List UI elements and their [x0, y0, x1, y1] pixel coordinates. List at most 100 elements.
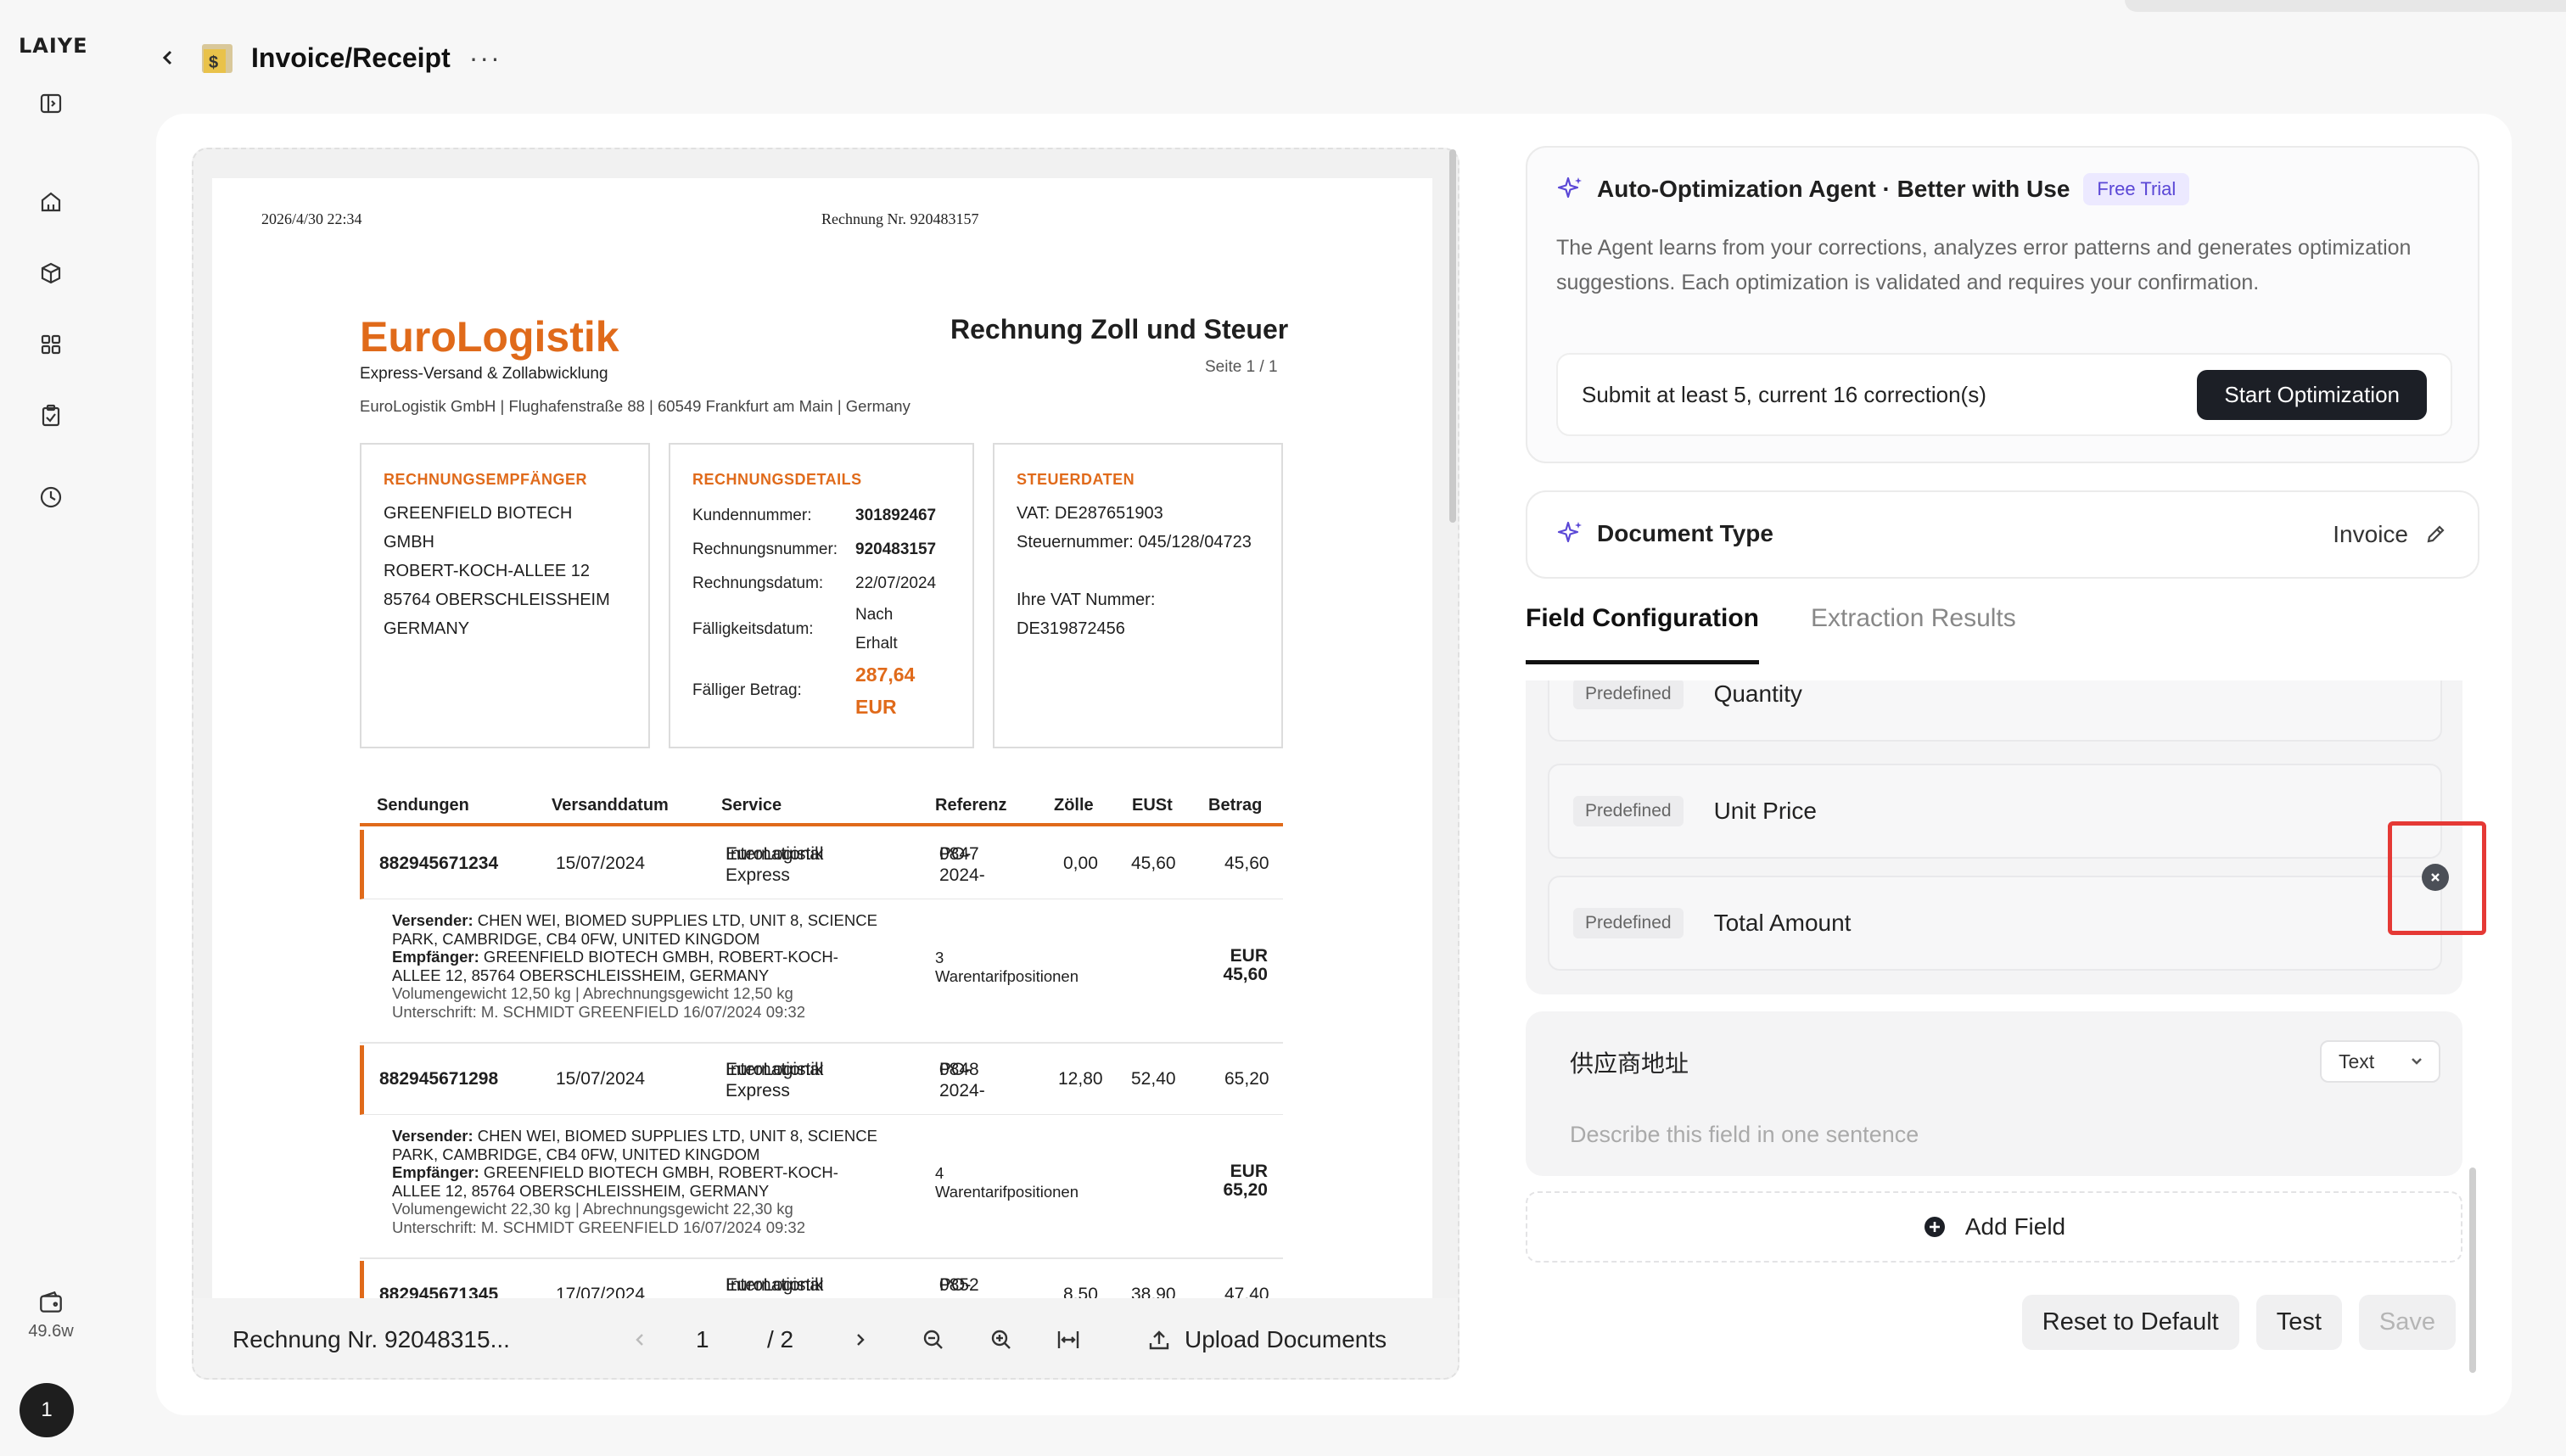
detail-text: Unterschrift: M. SCHMIDT GREENFIELD 16/0…	[392, 1218, 806, 1236]
svg-text:$: $	[209, 53, 218, 72]
add-field-label: Add Field	[1964, 1213, 2066, 1240]
tax-header: STEUERDATEN	[1017, 471, 1135, 488]
tab-field-configuration[interactable]: Field Configuration	[1526, 604, 1759, 664]
toggle-sidebar-icon[interactable]	[34, 87, 68, 120]
panel-scrollbar[interactable]	[2469, 1168, 2476, 1373]
amount-due-currency: EUR	[855, 696, 897, 718]
upload-label: Upload Documents	[1185, 1326, 1387, 1352]
more-options-button[interactable]: ···	[469, 42, 501, 74]
table-header: Sendungen Versanddatum Service Referenz …	[360, 786, 1283, 826]
detail-value: 22/07/2024	[855, 574, 937, 592]
home-icon[interactable]	[34, 185, 68, 219]
wallet-icon	[40, 1291, 62, 1313]
amount-value: 45,60	[1224, 854, 1269, 873]
detail-text: Volumengewicht 12,50 kg | Abrechnungsgew…	[392, 984, 793, 1002]
start-optimization-button[interactable]: Start Optimization	[2197, 369, 2427, 420]
app-logo: LAIYE	[19, 34, 88, 58]
field-type-select[interactable]: Text	[2320, 1040, 2440, 1083]
add-field-button[interactable]: Add Field	[1526, 1191, 2462, 1263]
predefined-tag: Predefined	[1573, 680, 1684, 709]
vat-value: 52,40	[1131, 1069, 1176, 1089]
detail-text: Unterschrift: M. SCHMIDT GREENFIELD 16/0…	[392, 1002, 806, 1021]
zoom-in-icon[interactable]	[989, 1328, 1013, 1352]
predefined-tag: Predefined	[1573, 908, 1684, 938]
field-item[interactable]: Predefined Quantity	[1548, 680, 2442, 742]
back-button[interactable]	[153, 42, 183, 73]
column-header: EUSt	[1132, 796, 1173, 815]
predefined-fields-list: Predefined Quantity Predefined Unit Pric…	[1526, 680, 2462, 994]
detail-label: Kundennummer:	[692, 507, 812, 524]
custom-field-name[interactable]: 供应商地址	[1570, 1045, 1689, 1079]
test-button[interactable]: Test	[2255, 1295, 2342, 1350]
column-header: Referenz	[935, 796, 1007, 815]
page-title: Invoice/Receipt	[251, 42, 451, 73]
tax-vat: VAT: DE287651903	[1017, 504, 1163, 523]
detail-text: GREENFIELD BIOTECH GMBH, ROBERT-KOCH-	[479, 948, 838, 966]
document-viewer[interactable]: 2026/4/30 22:34 Rechnung Nr. 920483157 E…	[192, 148, 1459, 1380]
chevron-down-icon	[2412, 1058, 2422, 1065]
zoom-out-icon[interactable]	[922, 1328, 945, 1352]
detail-value: Nach	[855, 606, 894, 624]
viewer-scrollbar[interactable]	[1449, 149, 1456, 523]
detail-text: ALLEE 12, 85764 OBERSCHLEISSHEIM, GERMAN…	[392, 966, 770, 984]
tab-bar: Field Configuration Extraction Results	[1526, 604, 2479, 664]
upload-documents-button[interactable]: Upload Documents	[1147, 1326, 1387, 1353]
field-item[interactable]: Predefined Unit Price	[1548, 764, 2442, 859]
custom-field-card[interactable]: 供应商地址 Text Describe this field in one se…	[1526, 1011, 2462, 1176]
sidebar: LAIYE 49.6w 1	[0, 0, 102, 1456]
ship-date: 15/07/2024	[556, 1069, 646, 1089]
current-page[interactable]: 1	[696, 1326, 709, 1353]
field-item[interactable]: Predefined Total Amount	[1548, 876, 2442, 971]
field-type-value: Text	[2339, 1050, 2375, 1072]
cube-icon[interactable]	[34, 256, 68, 290]
doc-timestamp: 2026/4/30 22:34	[261, 210, 362, 227]
prev-page-icon[interactable]	[631, 1331, 648, 1348]
doc-reference: Rechnung Nr. 920483157	[821, 210, 979, 227]
column-header: Betrag	[1208, 796, 1263, 815]
row-total-currency: EUR	[1230, 946, 1268, 966]
predefined-tag: Predefined	[1573, 796, 1684, 826]
remove-field-button[interactable]	[2422, 864, 2449, 891]
invoice-details-box: RECHNUNGSDETAILS Kundennummer: 301892467 …	[669, 443, 974, 748]
page-header: $ Invoice/Receipt ···	[153, 32, 501, 83]
edit-pencil-icon[interactable]	[2423, 523, 2447, 546]
positions-label: Warentarifpositionen	[935, 966, 1079, 985]
clipboard-check-icon[interactable]	[34, 399, 68, 433]
history-clock-icon[interactable]	[34, 480, 68, 514]
ship-date: 15/07/2024	[556, 854, 646, 873]
positions-label: Warentarifpositionen	[935, 1182, 1079, 1201]
fit-width-icon[interactable]	[1056, 1327, 1081, 1352]
recipient-line: 85764 OBERSCHLEISSHEIM	[384, 591, 610, 609]
document-type-value: Invoice	[2333, 521, 2408, 547]
total-pages: / 2	[767, 1326, 794, 1352]
detail-label: Rechnungsnummer:	[692, 540, 838, 558]
positions-count: 4	[935, 1164, 944, 1182]
detail-text: Volumengewicht 22,30 kg | Abrechnungsgew…	[392, 1200, 793, 1218]
detail-value: 301892467	[855, 507, 937, 524]
row-details: Versender: CHEN WEI, BIOMED SUPPLIES LTD…	[360, 899, 1283, 1044]
save-button[interactable]: Save	[2358, 1295, 2456, 1350]
customs-value: 0,00	[1063, 854, 1098, 873]
tab-extraction-results[interactable]: Extraction Results	[1811, 604, 2016, 633]
ref-line: 0847	[939, 844, 979, 864]
row-total-value: 45,60	[1223, 964, 1268, 984]
close-icon	[2431, 873, 2440, 882]
detail-label: Rechnungsdatum:	[692, 574, 824, 592]
plus-circle-icon	[1924, 1217, 1945, 1237]
chevron-left-icon	[162, 50, 172, 65]
reset-default-button[interactable]: Reset to Default	[2021, 1295, 2239, 1350]
document-heading: Rechnung Zoll und Steuer	[950, 314, 1289, 344]
positions-count: 3	[935, 949, 944, 966]
detail-key: Empfänger:	[392, 1163, 479, 1181]
next-page-icon[interactable]	[852, 1331, 869, 1348]
free-trial-badge: Free Trial	[2083, 173, 2190, 205]
field-description-input[interactable]: Describe this field in one sentence	[1570, 1122, 1919, 1148]
sparkle-icon	[1557, 521, 1582, 543]
viewer-toolbar: Rechnung Nr. 92048315... 1 / 2 Upload Do…	[193, 1298, 1458, 1378]
table-row: 882945671234 15/07/2024 EuroLogistik Inte…	[360, 830, 1283, 1044]
invoice-app-icon: $	[202, 44, 233, 73]
quota-indicator[interactable]: 49.6w	[17, 1288, 85, 1341]
field-name: Unit Price	[1713, 798, 1817, 824]
user-avatar[interactable]: 1	[20, 1383, 74, 1437]
apps-grid-icon[interactable]	[34, 328, 68, 361]
